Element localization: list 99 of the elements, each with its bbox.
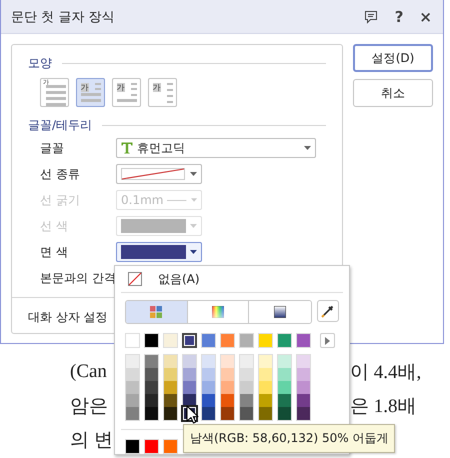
color-swatch[interactable] bbox=[164, 394, 177, 407]
font-dropdown[interactable]: 휴먼고딕 bbox=[116, 138, 316, 158]
gradient-icon bbox=[274, 306, 286, 318]
line-type-dropdown[interactable] bbox=[116, 164, 202, 184]
glyph-text: 가 bbox=[116, 82, 124, 92]
document-text: (Can bbox=[70, 361, 107, 383]
color-swatch[interactable] bbox=[278, 368, 291, 381]
caret-icon bbox=[190, 224, 197, 228]
color-swatch[interactable] bbox=[240, 394, 253, 407]
more-colors-button[interactable] bbox=[320, 333, 335, 348]
shape-option[interactable]: 가 bbox=[148, 78, 177, 107]
swatch-grid-icon bbox=[150, 306, 162, 318]
window-title: 문단 첫 글자 장식 bbox=[11, 8, 116, 26]
field-label: 본문과의 간격 bbox=[40, 270, 116, 286]
comment-icon[interactable] bbox=[364, 10, 378, 24]
close-button[interactable]: × bbox=[416, 8, 435, 26]
section-heading: 글꼴/테두리 bbox=[28, 116, 92, 134]
color-swatch[interactable] bbox=[126, 394, 139, 407]
color-swatch[interactable] bbox=[126, 407, 139, 420]
line-width-value: 0.1mm bbox=[121, 193, 164, 207]
play-arrow-icon bbox=[325, 336, 330, 344]
color-swatch[interactable] bbox=[240, 381, 253, 394]
color-swatch[interactable] bbox=[259, 355, 272, 368]
color-swatch[interactable] bbox=[164, 368, 177, 381]
caret-icon bbox=[190, 172, 197, 176]
color-swatch[interactable] bbox=[145, 368, 158, 381]
shape-option[interactable]: 가 bbox=[112, 78, 141, 107]
field-label: 선 굵기 bbox=[40, 192, 81, 208]
color-swatch[interactable] bbox=[297, 394, 310, 407]
color-swatch[interactable] bbox=[145, 394, 158, 407]
caret-icon bbox=[190, 198, 197, 202]
color-swatch[interactable] bbox=[145, 407, 158, 420]
glyph-text: 가 bbox=[152, 82, 160, 92]
color-swatch[interactable] bbox=[183, 355, 196, 368]
color-swatch[interactable] bbox=[221, 407, 234, 420]
color-swatch[interactable] bbox=[126, 381, 139, 394]
color-swatch[interactable] bbox=[202, 368, 215, 381]
document-text: 이 4.4배, bbox=[350, 361, 422, 385]
line-sample-icon bbox=[167, 198, 187, 202]
field-label: 면 색 bbox=[40, 244, 69, 260]
color-swatch[interactable] bbox=[126, 355, 139, 368]
color-swatch[interactable] bbox=[164, 407, 177, 420]
field-label: 선 종류 bbox=[40, 166, 81, 182]
font-name: 휴먼고딕 bbox=[137, 140, 185, 156]
color-swatch[interactable] bbox=[278, 355, 291, 368]
color-swatch[interactable] bbox=[182, 333, 197, 348]
help-button[interactable]: ? bbox=[392, 8, 406, 26]
caret-icon bbox=[304, 146, 311, 150]
color-swatch[interactable] bbox=[297, 355, 310, 368]
color-swatch[interactable] bbox=[221, 381, 234, 394]
color-swatch[interactable] bbox=[221, 368, 234, 381]
color-swatch[interactable] bbox=[259, 407, 272, 420]
color-swatch[interactable] bbox=[297, 368, 310, 381]
color-swatch[interactable] bbox=[240, 355, 253, 368]
color-swatch[interactable] bbox=[221, 355, 234, 368]
field-label: 선 색 bbox=[40, 218, 69, 234]
color-swatch[interactable] bbox=[164, 381, 177, 394]
section-heading: 모양 bbox=[28, 54, 52, 72]
color-swatch[interactable] bbox=[202, 407, 215, 420]
color-dropdown[interactable] bbox=[116, 242, 202, 262]
glyph-text: 가 bbox=[80, 82, 88, 92]
color-swatch[interactable] bbox=[240, 407, 253, 420]
color-swatch[interactable] bbox=[202, 394, 215, 407]
color-swatch[interactable] bbox=[278, 407, 291, 420]
color-swatch[interactable] bbox=[297, 381, 310, 394]
no-color-icon bbox=[128, 272, 142, 286]
color-swatch[interactable] bbox=[259, 394, 272, 407]
color-swatch[interactable] bbox=[145, 355, 158, 368]
color-swatch[interactable] bbox=[221, 394, 234, 407]
eyedropper-icon bbox=[321, 304, 336, 318]
color-swatch[interactable] bbox=[126, 368, 139, 381]
diagonal-line-icon bbox=[121, 168, 185, 180]
color-swatch[interactable] bbox=[183, 368, 196, 381]
palette-tab[interactable] bbox=[126, 301, 188, 323]
field-label: 대화 상자 설정 bbox=[28, 308, 109, 326]
document-text: 암은 bbox=[70, 395, 108, 419]
color-swatch[interactable] bbox=[145, 381, 158, 394]
eyedropper-button[interactable] bbox=[317, 300, 339, 322]
dialog-button[interactable]: 취소 bbox=[353, 79, 433, 107]
color-swatch[interactable] bbox=[202, 381, 215, 394]
font-type-icon bbox=[121, 142, 133, 154]
caret-icon bbox=[190, 250, 197, 254]
color-swatch[interactable] bbox=[297, 407, 310, 420]
color-swatch[interactable] bbox=[278, 394, 291, 407]
shape-option[interactable]: 가 bbox=[76, 78, 105, 107]
color-swatch[interactable] bbox=[183, 381, 196, 394]
document-text: 의 변 bbox=[70, 429, 113, 453]
color-swatch[interactable] bbox=[240, 368, 253, 381]
dialog-button[interactable]: 설정(D) bbox=[353, 44, 433, 72]
no-color-option[interactable]: 없음(A) bbox=[125, 266, 200, 292]
color-swatch[interactable] bbox=[259, 381, 272, 394]
field-label: 글꼴 bbox=[40, 140, 65, 156]
color-swatch[interactable] bbox=[259, 368, 272, 381]
spectrum-icon bbox=[212, 306, 224, 318]
color-swatch[interactable] bbox=[164, 355, 177, 368]
tooltip: 남색(RGB: 58,60,132) 50% 어둡게 bbox=[183, 424, 396, 453]
document-text: 은 1.8배 bbox=[350, 395, 416, 419]
color-swatch[interactable] bbox=[202, 355, 215, 368]
color-swatch[interactable] bbox=[278, 381, 291, 394]
